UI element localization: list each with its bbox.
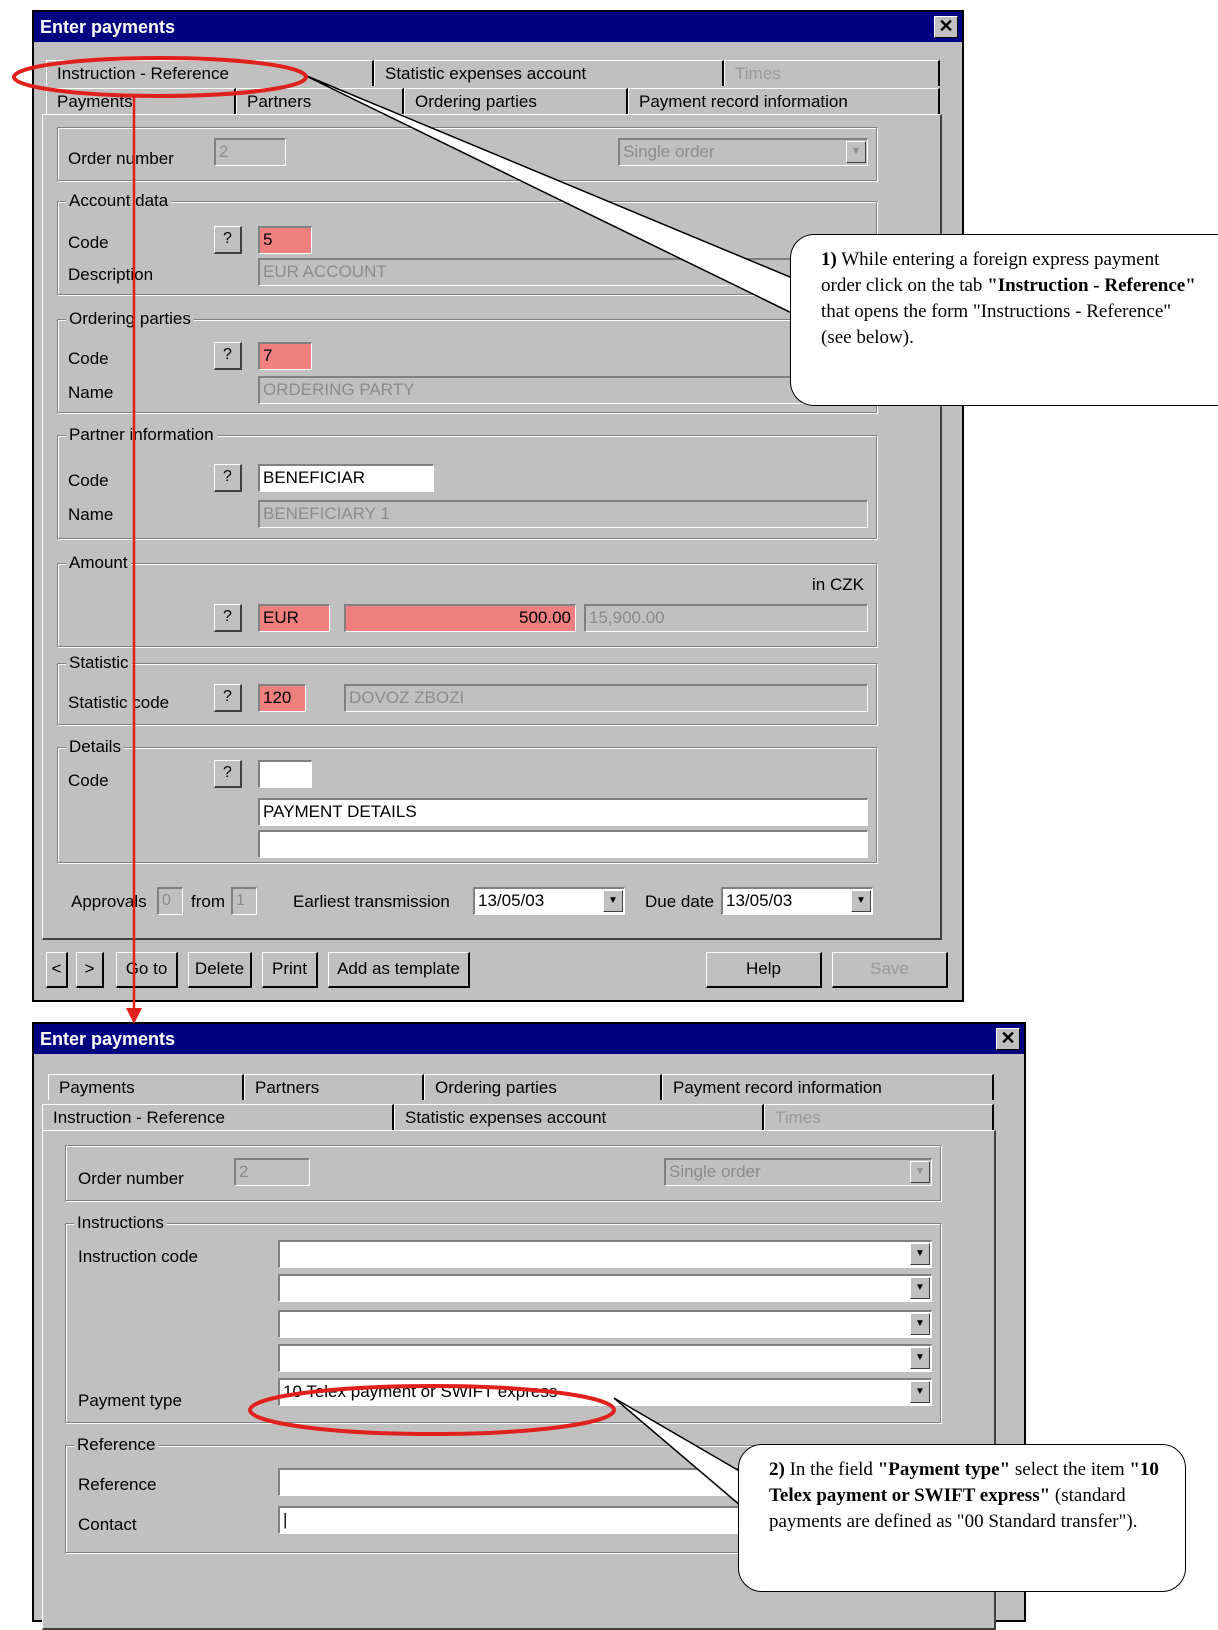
callout-2-bold-1: "Payment type" xyxy=(877,1459,1011,1480)
callout-1-text-2: that opens the form "Instructions - Refe… xyxy=(821,301,1172,348)
highlight-ellipse-instruction-tab xyxy=(12,56,308,98)
callout-1-number: 1) xyxy=(821,249,837,270)
callout-1: 1) While entering a foreign express paym… xyxy=(790,234,1218,406)
callout-2-number: 2) xyxy=(769,1459,785,1480)
callout-2: 2) In the field "Payment type" select th… xyxy=(738,1444,1186,1592)
callout-2-text-2: select the item xyxy=(1010,1459,1130,1480)
callout-1-tail xyxy=(301,73,803,320)
connector-arrow-head xyxy=(126,1008,142,1024)
callout-2-text-1: In the field xyxy=(784,1459,878,1480)
highlight-ellipse-payment-type xyxy=(248,1384,616,1436)
callout-2-tail xyxy=(613,1397,749,1514)
callout-1-bold-1: "Instruction - Reference" xyxy=(987,275,1196,296)
